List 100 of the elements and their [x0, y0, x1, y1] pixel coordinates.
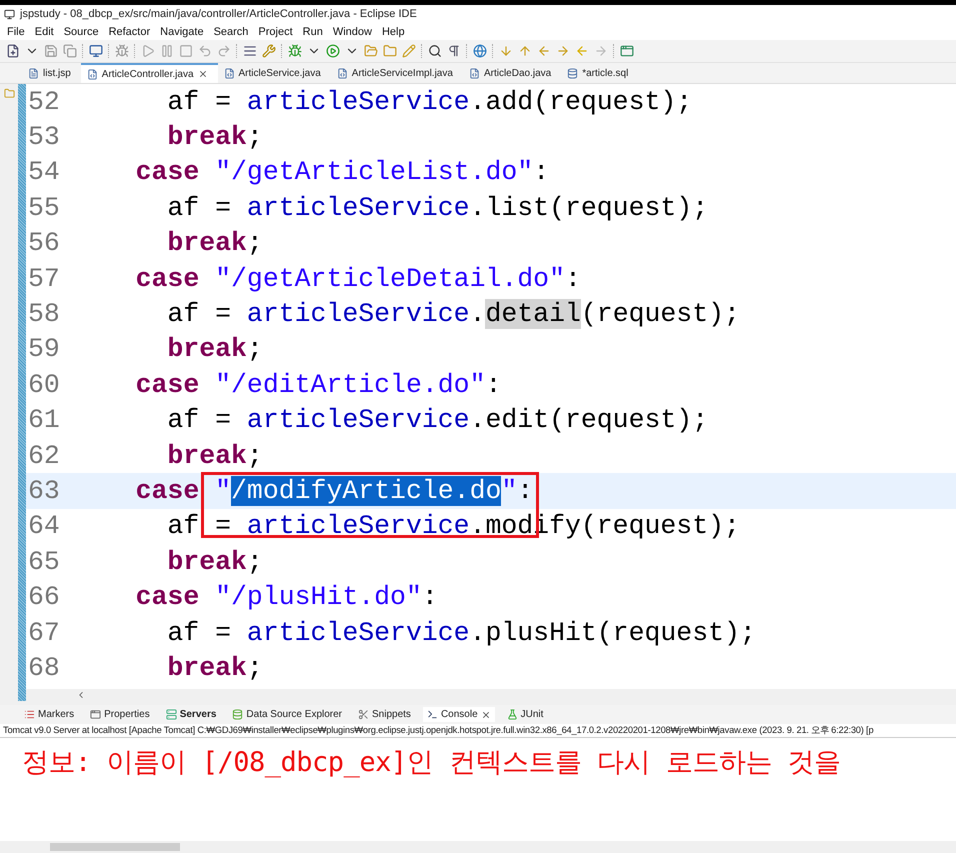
menu-item[interactable]: File	[2, 26, 30, 38]
file-icon	[28, 68, 39, 78]
save-all-icon[interactable]	[63, 44, 77, 58]
undo-icon[interactable]	[198, 44, 212, 58]
editor-tab[interactable]: list.jsp	[22, 63, 81, 83]
code-line: break;	[166, 228, 263, 258]
code-line: break;	[166, 652, 263, 683]
code-line: break;	[166, 546, 263, 577]
code-line: case "/getArticleList.do":	[134, 157, 550, 188]
panel-tab[interactable]: Snippets	[354, 707, 415, 722]
back-icon[interactable]	[575, 44, 589, 58]
line-number: 65	[27, 546, 61, 577]
menu-item[interactable]: Edit	[30, 26, 59, 38]
code-line: af = articleService.detail(request);	[166, 299, 740, 330]
pilcrow-icon[interactable]	[447, 44, 461, 58]
globe-icon[interactable]	[473, 44, 487, 58]
java-file-icon	[336, 68, 348, 78]
arrow-down-icon[interactable]	[499, 44, 513, 58]
line-number: 52	[27, 86, 61, 117]
redo-icon[interactable]	[217, 44, 231, 58]
save-icon[interactable]	[44, 44, 58, 58]
menu-item[interactable]: Help	[376, 26, 410, 38]
new-file-icon[interactable]	[6, 44, 20, 58]
menu-item[interactable]: Run	[298, 26, 328, 38]
line-number: 58	[27, 299, 61, 330]
debug-icon[interactable]	[288, 44, 302, 58]
code-line: af = articleService.list(request);	[166, 192, 708, 223]
pause-icon[interactable]	[160, 44, 174, 58]
line-number: 67	[27, 618, 61, 648]
code-line: af = articleService.add(request);	[166, 86, 692, 117]
line-number: 53	[27, 122, 61, 152]
line-number: 68	[27, 652, 61, 683]
code-line: case "/plusHit.do":	[134, 582, 438, 612]
editor-tab[interactable]: ArticleServiceImpl.java	[330, 63, 463, 83]
line-number: 60	[27, 370, 61, 400]
code-line: break;	[166, 122, 263, 152]
pencil-icon[interactable]	[402, 44, 416, 58]
window-title: jspstudy - 08_dbcp_ex/src/main/java/controller/ArticleController.java - Eclipse IDE	[20, 8, 417, 20]
close-icon[interactable]	[480, 710, 491, 720]
java-file-icon	[468, 68, 480, 78]
line-number: 56	[27, 228, 61, 258]
stop-icon[interactable]	[179, 44, 193, 58]
line-number: 54	[27, 157, 61, 188]
server-icon	[166, 709, 177, 720]
align-icon[interactable]	[243, 44, 257, 58]
terminal-icon	[426, 709, 438, 720]
editor-tab[interactable]: ArticleDao.java	[462, 63, 562, 83]
code-line: break;	[166, 440, 263, 471]
console-header: Tomcat v9.0 Server at localhost [Apache Tomcat] C:₩GDJ69₩installer₩eclipse₩plugins₩org.eclipse.justj.openjdk.hotspot.jre.full.win32.x86_64_17.0.2.v20220201-1208₩jre₩bin₩javaw.exe (2023. 9. 21. 오후 6:22:30) [p	[0, 724, 956, 738]
code-line: af = articleService.plusHit(request);	[166, 618, 756, 648]
scrollbar-thumb[interactable]	[50, 843, 180, 851]
panel-tab[interactable]: Servers	[162, 707, 220, 722]
folder-icon[interactable]	[383, 44, 397, 58]
menu-item[interactable]: Source	[58, 26, 104, 38]
arrow-left-icon[interactable]	[537, 44, 551, 58]
menu-item[interactable]: Search	[208, 26, 254, 38]
folder-icon[interactable]	[4, 88, 14, 99]
panel-tab[interactable]: Properties	[86, 707, 154, 722]
code-line: break;	[166, 334, 263, 364]
database-file-icon	[567, 68, 578, 78]
window-icon[interactable]	[620, 44, 634, 58]
window-icon	[90, 709, 102, 720]
menu-item[interactable]: Refactor	[104, 26, 156, 38]
wrench-icon[interactable]	[262, 44, 276, 58]
folder-open-icon[interactable]	[364, 44, 378, 58]
line-number: 61	[27, 405, 61, 436]
line-number: 55	[27, 192, 61, 223]
close-icon[interactable]	[198, 69, 208, 79]
java-file-icon	[224, 68, 235, 78]
line-number: 62	[27, 440, 61, 471]
list-icon	[24, 709, 35, 720]
panel-tab[interactable]: Console	[422, 707, 495, 722]
flask-icon	[506, 709, 518, 720]
menu-item[interactable]: Project	[253, 26, 298, 38]
run-icon[interactable]	[326, 44, 340, 58]
search-icon[interactable]	[428, 44, 442, 58]
line-number: 66	[27, 582, 61, 612]
line-number: 63	[27, 476, 61, 506]
bug-icon[interactable]	[115, 44, 129, 58]
scissors-icon	[358, 709, 370, 720]
menu-item[interactable]: Window	[328, 26, 377, 38]
line-number: 57	[27, 264, 61, 294]
panel-tab[interactable]: Markers	[20, 707, 78, 722]
editor-tab[interactable]: ArticleController.java	[80, 63, 218, 83]
panel-tab[interactable]: JUnit	[502, 707, 548, 722]
panel-tab[interactable]: Data Source Explorer	[228, 707, 346, 722]
menu-item[interactable]: Navigate	[155, 26, 209, 38]
line-number: 59	[27, 334, 61, 364]
forward-icon[interactable]	[594, 44, 608, 58]
java-file-icon	[86, 68, 98, 80]
arrow-right-icon[interactable]	[556, 44, 570, 58]
code-line: case "/getArticleDetail.do":	[134, 264, 581, 294]
code-line: case "/editArticle.do":	[134, 370, 502, 400]
line-number: 64	[27, 511, 61, 542]
editor-tab[interactable]: *article.sql	[561, 63, 638, 83]
database-icon	[232, 709, 244, 720]
resume-icon[interactable]	[141, 44, 155, 58]
editor-tab[interactable]: ArticleService.java	[218, 63, 331, 83]
monitor-icon[interactable]	[89, 44, 103, 58]
console-line: 정보: 이름이 [/08_dbcp_ex]인 컨텍스트를 다시 로드하는 것을	[22, 746, 842, 780]
